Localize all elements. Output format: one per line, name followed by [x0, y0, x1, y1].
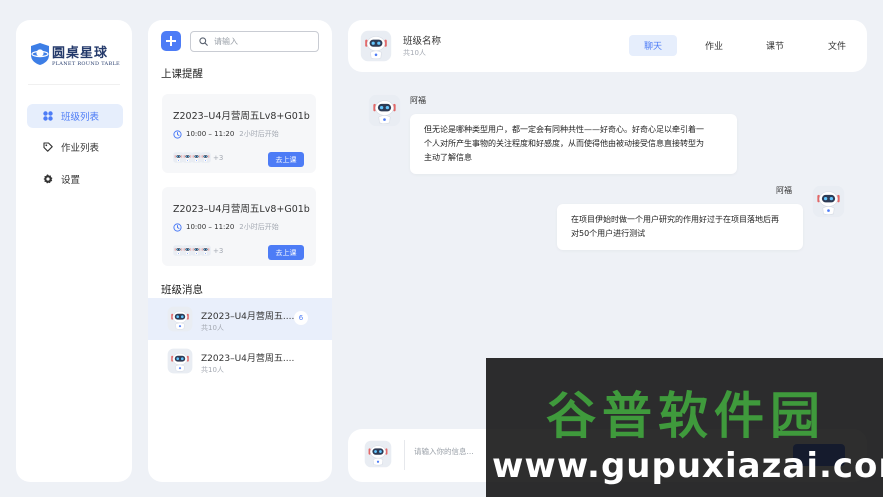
message-line: 对50个用户进行测试: [571, 229, 646, 238]
class-message-name: Z2023–U4月营周五....: [201, 312, 295, 322]
reminder-time-range: 10:00 – 11:20: [186, 130, 235, 138]
reminder-card: Z2023–U4月营周五Lv8+G01b 10:00 – 11:20 2小时后开…: [162, 187, 316, 266]
grid-icon: [43, 111, 53, 121]
tab-files[interactable]: 文件: [813, 35, 861, 56]
watermark: 谷普软件园 www.gupuxiazai.com: [486, 358, 883, 497]
reminder-time: 10:00 – 11:20 2小时后开始: [173, 129, 279, 139]
sidebar-item-label: 班级列表: [61, 112, 100, 123]
composer-divider: [404, 440, 405, 470]
class-panel: 上课提醒 Z2023–U4月营周五Lv8+G01b 10:00 – 11:20 …: [148, 20, 332, 482]
avatar: [812, 185, 845, 218]
sidebar-item-homework-list[interactable]: 作业列表: [27, 135, 123, 159]
reminder-time: 10:00 – 11:20 2小时后开始: [173, 222, 279, 232]
reminder-class-name: Z2023–U4月营周五Lv8+G01b: [173, 111, 310, 122]
join-class-button[interactable]: 去上课: [268, 245, 304, 260]
more-students-count: +3: [213, 153, 224, 162]
tab-lessons[interactable]: 课节: [751, 35, 799, 56]
sidebar: 圆桌星球 PLANET ROUND TABLE 班级列表 作业列表 设置: [16, 20, 132, 482]
class-name: 班级名称: [403, 36, 442, 47]
class-member-count: 共10人: [201, 324, 224, 332]
add-button[interactable]: [161, 31, 181, 51]
watermark-url: www.gupuxiazai.com: [492, 446, 883, 486]
message-line: 主动了解信息: [424, 153, 472, 162]
tab-homework[interactable]: 作业: [690, 35, 738, 56]
unread-badge: 6: [294, 311, 308, 325]
tag-icon: [43, 142, 53, 152]
reminder-class-name: Z2023–U4月营周五Lv8+G01b: [173, 204, 310, 215]
sidebar-item-label: 设置: [61, 175, 81, 186]
planet-logo-icon: [31, 43, 49, 65]
message-line: 在项目伊始时做一个用户研究的作用好过于在项目落地后再: [571, 215, 779, 224]
sidebar-item-class-list[interactable]: 班级列表: [27, 104, 123, 128]
search-box[interactable]: [190, 31, 319, 52]
clock-icon: [173, 129, 182, 139]
sidebar-divider: [28, 84, 120, 85]
student-avatars: +3: [173, 152, 223, 163]
search-input[interactable]: [214, 37, 314, 46]
logo-title: 圆桌星球: [52, 46, 109, 61]
reminders-title: 上课提醒: [161, 68, 203, 80]
join-class-button[interactable]: 去上课: [268, 152, 304, 167]
message-sender: 阿福: [410, 96, 426, 105]
avatar: [167, 348, 193, 374]
reminder-start-hint: 2小时后开始: [239, 223, 279, 231]
reminder-time-range: 10:00 – 11:20: [186, 223, 235, 231]
app-logo: 圆桌星球 PLANET ROUND TABLE: [30, 40, 120, 72]
class-message-item[interactable]: Z2023–U4月营周五.... 共10人: [148, 340, 332, 382]
reminder-card: Z2023–U4月营周五Lv8+G01b 10:00 – 11:20 2小时后开…: [162, 94, 316, 173]
avatar: [368, 94, 401, 127]
class-message-item[interactable]: Z2023–U4月营周五.... 共10人 6: [148, 298, 332, 340]
avatar: [200, 245, 211, 256]
class-avatar: [360, 30, 392, 62]
message-line: 个人对所产生事物的关注程度和好感度，从而使得他由被动接受信息直接转型为: [424, 139, 704, 148]
reminder-start-hint: 2小时后开始: [239, 130, 279, 138]
avatar: [364, 440, 392, 468]
message-line: 但无论是哪种类型用户，都一定会有同种共性——好奇心。好奇心足以牵引着一: [424, 125, 704, 134]
message-sender: 阿福: [776, 186, 792, 195]
gear-icon: [43, 174, 53, 184]
avatar: [200, 152, 211, 163]
class-messages-title: 班级消息: [161, 284, 203, 296]
watermark-chinese: 谷普软件园: [546, 387, 826, 445]
sidebar-item-label: 作业列表: [61, 143, 100, 154]
avatar: [167, 306, 193, 332]
message-bubble: 在项目伊始时做一个用户研究的作用好过于在项目落地后再 对50个用户进行测试: [557, 204, 803, 250]
chat-header: 班级名称 共10人 聊天 作业 课节 文件: [348, 20, 867, 72]
sidebar-item-settings[interactable]: 设置: [27, 167, 123, 191]
class-member-count: 共10人: [201, 366, 224, 374]
more-students-count: +3: [213, 246, 224, 255]
clock-icon: [173, 222, 182, 232]
tab-chat[interactable]: 聊天: [629, 35, 677, 56]
message-bubble: 但无论是哪种类型用户，都一定会有同种共性——好奇心。好奇心足以牵引着一 个人对所…: [410, 114, 737, 174]
logo-subtitle: PLANET ROUND TABLE: [52, 61, 121, 67]
class-member-count: 共10人: [403, 49, 426, 57]
class-message-name: Z2023–U4月营周五....: [201, 354, 295, 364]
search-icon: [199, 37, 208, 46]
student-avatars: +3: [173, 245, 223, 256]
